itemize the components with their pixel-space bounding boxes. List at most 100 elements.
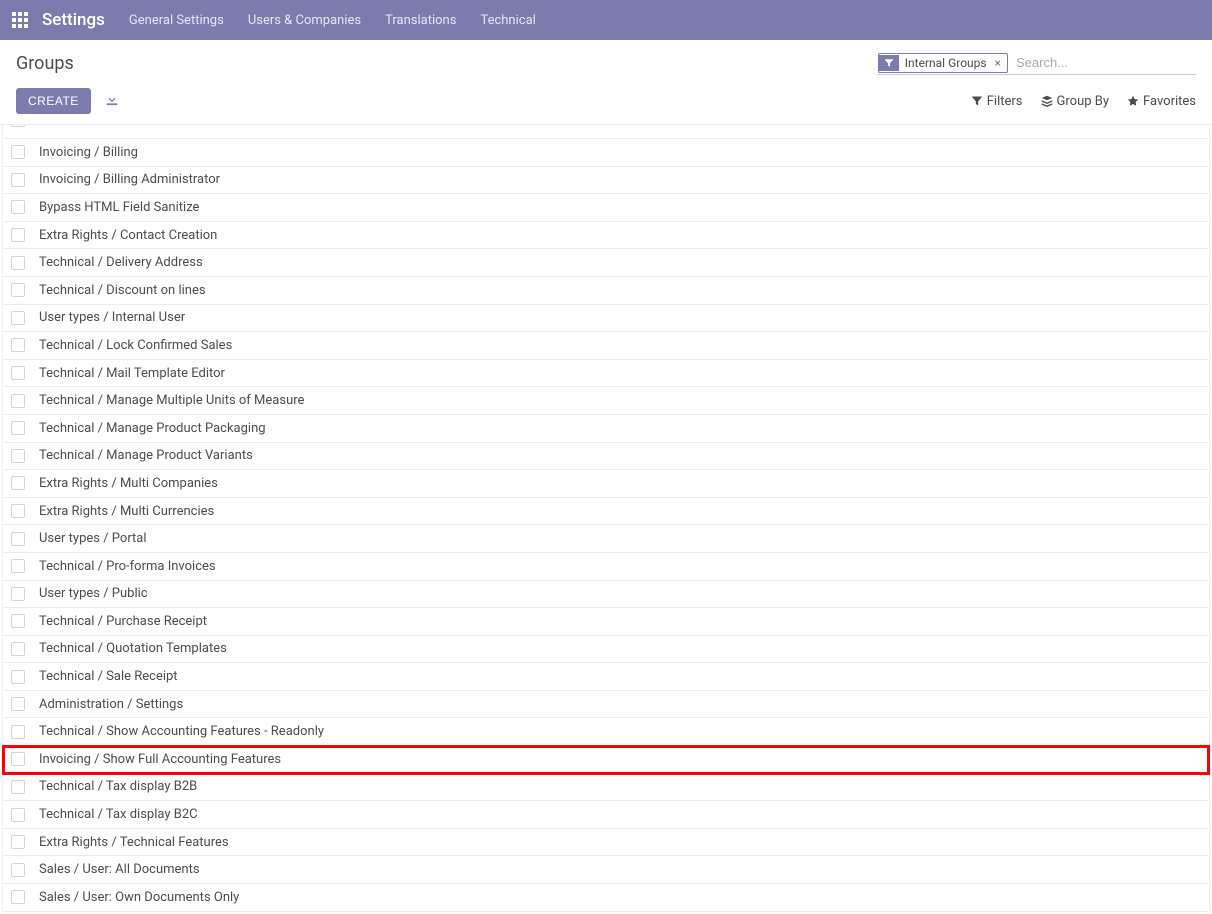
group-by-label: Group By: [1057, 94, 1110, 109]
group-name: User types / Public: [39, 586, 148, 601]
nav-item-users-companies[interactable]: Users & Companies: [248, 13, 361, 28]
table-row[interactable]: Extra Rights / Multi Companies: [3, 470, 1209, 498]
nav-item-translations[interactable]: Translations: [385, 13, 456, 28]
search-input[interactable]: [1012, 51, 1196, 74]
top-navbar: Settings General Settings Users & Compan…: [0, 0, 1212, 40]
row-checkbox[interactable]: [11, 532, 25, 546]
table-row[interactable]: User types / Internal User: [3, 305, 1209, 333]
group-name: User types / Internal User: [39, 310, 185, 325]
row-checkbox[interactable]: [11, 338, 25, 352]
download-icon[interactable]: [101, 88, 123, 114]
row-checkbox[interactable]: [11, 808, 25, 822]
group-name: Technical / Pro-forma Invoices: [39, 559, 216, 574]
table-row[interactable]: Technical / Mail Template Editor: [3, 360, 1209, 388]
table-row[interactable]: Technical / Tax display B2C: [3, 801, 1209, 829]
row-checkbox[interactable]: [11, 421, 25, 435]
group-name: User types / Portal: [39, 531, 147, 546]
row-checkbox[interactable]: [11, 394, 25, 408]
close-icon[interactable]: ×: [993, 54, 1007, 72]
group-name: Technical / Manage Multiple Units of Mea…: [39, 393, 304, 408]
table-row[interactable]: Extra Rights / Technical Features: [3, 829, 1209, 857]
favorites-dropdown[interactable]: Favorites: [1127, 94, 1196, 109]
group-name: Technical / Tax display B2B: [39, 779, 197, 794]
row-checkbox[interactable]: [11, 835, 25, 849]
row-checkbox[interactable]: [11, 366, 25, 380]
table-row[interactable]: Technical / Delivery Address: [3, 249, 1209, 277]
group-name: Extra Rights / Technical Features: [39, 835, 229, 850]
row-checkbox[interactable]: [11, 173, 25, 187]
table-row[interactable]: Technical / Sale Receipt: [3, 663, 1209, 691]
table-row[interactable]: Administration / Settings: [3, 691, 1209, 719]
search-facet: Internal Groups ×: [878, 53, 1008, 73]
row-checkbox[interactable]: [11, 725, 25, 739]
group-name: Technical / Mail Template Editor: [39, 366, 225, 381]
row-checkbox[interactable]: [11, 587, 25, 601]
group-name: Technical / Basic Pricelists: [39, 125, 195, 128]
row-checkbox[interactable]: [11, 752, 25, 766]
row-checkbox[interactable]: [11, 670, 25, 684]
table-row[interactable]: Extra Rights / Contact Creation: [3, 222, 1209, 250]
table-row[interactable]: Technical / Manage Product Variants: [3, 443, 1209, 471]
row-checkbox[interactable]: [11, 256, 25, 270]
group-name: Technical / Delivery Address: [39, 255, 203, 270]
group-name: Technical / Manage Product Variants: [39, 448, 253, 463]
table-row[interactable]: Technical / Basic Pricelists: [3, 125, 1209, 139]
nav-item-general-settings[interactable]: General Settings: [129, 13, 224, 28]
row-checkbox[interactable]: [11, 476, 25, 490]
row-checkbox[interactable]: [11, 890, 25, 904]
row-checkbox[interactable]: [11, 614, 25, 628]
row-checkbox[interactable]: [11, 780, 25, 794]
group-name: Technical / Sale Receipt: [39, 669, 178, 684]
table-row[interactable]: Technical / Show Accounting Features - R…: [3, 718, 1209, 746]
table-row[interactable]: User types / Portal: [3, 525, 1209, 553]
table-row[interactable]: User types / Public: [3, 581, 1209, 609]
group-name: Sales / User: All Documents: [39, 862, 200, 877]
table-row[interactable]: Invoicing / Billing Administrator: [3, 167, 1209, 195]
table-row[interactable]: Sales / User: All Documents: [3, 856, 1209, 884]
group-name: Extra Rights / Multi Companies: [39, 476, 218, 491]
table-row[interactable]: Technical / Discount on lines: [3, 277, 1209, 305]
row-checkbox[interactable]: [11, 697, 25, 711]
table-row[interactable]: Technical / Manage Product Packaging: [3, 415, 1209, 443]
group-name: Invoicing / Billing Administrator: [39, 172, 220, 187]
table-row[interactable]: Technical / Tax display B2B: [3, 774, 1209, 802]
search-options: Filters Group By Favorites: [971, 94, 1196, 109]
group-name: Technical / Show Accounting Features - R…: [39, 724, 324, 739]
table-row[interactable]: Extra Rights / Multi Currencies: [3, 498, 1209, 526]
nav-item-technical[interactable]: Technical: [480, 13, 535, 28]
row-checkbox[interactable]: [11, 449, 25, 463]
row-checkbox[interactable]: [11, 145, 25, 159]
row-checkbox[interactable]: [11, 125, 25, 127]
row-checkbox[interactable]: [11, 283, 25, 297]
create-button[interactable]: CREATE: [16, 88, 91, 114]
search-facet-label: Internal Groups: [899, 54, 993, 72]
table-row[interactable]: Technical / Pro-forma Invoices: [3, 553, 1209, 581]
group-name: Bypass HTML Field Sanitize: [39, 200, 199, 215]
nav-items: General Settings Users & Companies Trans…: [129, 13, 536, 28]
control-panel: Groups Internal Groups × CREATE Filters: [0, 40, 1212, 125]
table-row[interactable]: Bypass HTML Field Sanitize: [3, 194, 1209, 222]
filters-dropdown[interactable]: Filters: [971, 94, 1023, 109]
row-checkbox[interactable]: [11, 559, 25, 573]
row-checkbox[interactable]: [11, 200, 25, 214]
group-name: Administration / Settings: [39, 697, 183, 712]
table-row[interactable]: Technical / Purchase Receipt: [3, 608, 1209, 636]
search-bar[interactable]: Internal Groups ×: [878, 51, 1196, 75]
table-row[interactable]: Invoicing / Show Full Accounting Feature…: [3, 746, 1209, 774]
row-checkbox[interactable]: [11, 228, 25, 242]
group-by-dropdown[interactable]: Group By: [1041, 94, 1110, 109]
row-checkbox[interactable]: [11, 311, 25, 325]
apps-icon[interactable]: [8, 8, 32, 32]
row-checkbox[interactable]: [11, 863, 25, 877]
group-name: Technical / Quotation Templates: [39, 641, 227, 656]
table-row[interactable]: Technical / Lock Confirmed Sales: [3, 332, 1209, 360]
table-row[interactable]: Technical / Manage Multiple Units of Mea…: [3, 387, 1209, 415]
table-row[interactable]: Technical / Quotation Templates: [3, 636, 1209, 664]
table-row[interactable]: Sales / User: Own Documents Only: [3, 884, 1209, 912]
app-title[interactable]: Settings: [42, 10, 105, 30]
row-checkbox[interactable]: [11, 504, 25, 518]
row-checkbox[interactable]: [11, 642, 25, 656]
table-row[interactable]: Invoicing / Billing: [3, 139, 1209, 167]
group-name: Technical / Discount on lines: [39, 283, 206, 298]
group-name: Technical / Lock Confirmed Sales: [39, 338, 232, 353]
